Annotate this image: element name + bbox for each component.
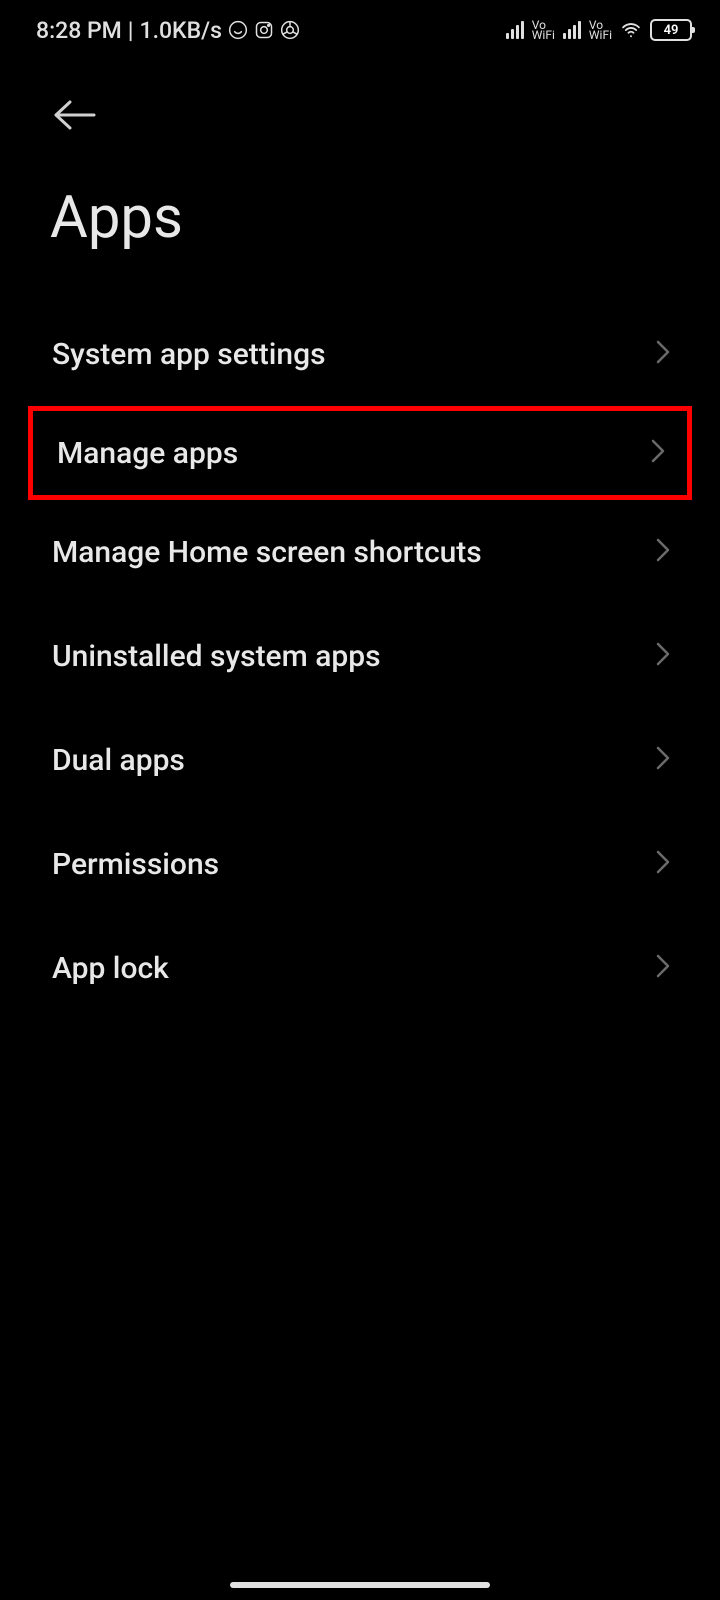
chevron-right-icon	[656, 746, 670, 774]
instagram-icon	[254, 20, 274, 40]
chevron-right-icon	[656, 642, 670, 670]
menu-list: System app settings Manage apps Manage H…	[0, 302, 720, 1020]
battery-level: 49	[664, 23, 679, 38]
wifi-icon	[620, 21, 642, 39]
back-area	[0, 60, 720, 154]
menu-label: Manage apps	[57, 436, 238, 471]
menu-item-permissions[interactable]: Permissions	[0, 812, 720, 916]
menu-item-manage-home-screen-shortcuts[interactable]: Manage Home screen shortcuts	[0, 500, 720, 604]
menu-label: System app settings	[52, 337, 326, 372]
status-separator: |	[128, 17, 134, 44]
menu-label: Uninstalled system apps	[52, 639, 381, 674]
menu-item-manage-apps[interactable]: Manage apps	[28, 406, 692, 500]
status-left: 8:28 PM | 1.0KB/s	[36, 17, 300, 44]
status-time: 8:28 PM	[36, 17, 122, 44]
battery-icon: 49	[650, 19, 692, 41]
vowifi-label-2: VoWiFi	[589, 20, 612, 40]
menu-item-uninstalled-system-apps[interactable]: Uninstalled system apps	[0, 604, 720, 708]
status-right: VoWiFi VoWiFi 49	[506, 19, 692, 41]
status-bar: 8:28 PM | 1.0KB/s	[0, 0, 720, 60]
signal-icon-1	[506, 21, 524, 39]
chevron-right-icon	[656, 954, 670, 982]
signal-icon-2	[563, 21, 581, 39]
chevron-right-icon	[656, 340, 670, 368]
whatsapp-icon	[228, 20, 248, 40]
chevron-right-icon	[656, 850, 670, 878]
menu-label: Permissions	[52, 847, 219, 882]
chrome-icon	[280, 20, 300, 40]
menu-item-app-lock[interactable]: App lock	[0, 916, 720, 1020]
menu-label: Dual apps	[52, 743, 185, 778]
chevron-right-icon	[656, 538, 670, 566]
page-title: Apps	[0, 154, 720, 302]
vowifi-label-1: VoWiFi	[532, 20, 555, 40]
menu-item-dual-apps[interactable]: Dual apps	[0, 708, 720, 812]
menu-label: App lock	[52, 951, 169, 986]
menu-item-system-app-settings[interactable]: System app settings	[0, 302, 720, 406]
status-data-rate: 1.0KB/s	[140, 17, 222, 44]
back-button[interactable]	[54, 100, 670, 134]
home-indicator[interactable]	[230, 1582, 490, 1588]
chevron-right-icon	[651, 439, 665, 467]
menu-label: Manage Home screen shortcuts	[52, 535, 482, 570]
